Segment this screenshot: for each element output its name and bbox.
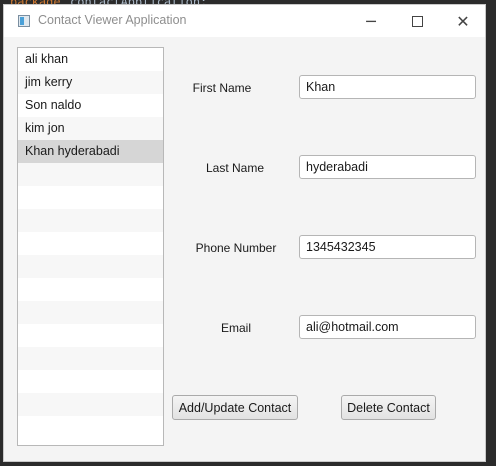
maximize-button[interactable] — [394, 5, 440, 37]
list-item[interactable]: Son naldo — [18, 94, 163, 117]
close-button[interactable]: ✕ — [440, 5, 486, 37]
empty-list-row[interactable] — [18, 301, 163, 324]
add-update-contact-button[interactable]: Add/Update Contact — [172, 395, 298, 420]
contact-list[interactable]: ali khan jim kerry Son naldo kim jon Khan hy… — [17, 47, 164, 446]
empty-list-row[interactable] — [18, 209, 163, 232]
empty-list-row[interactable] — [18, 324, 163, 347]
window-title: Contact Viewer Application — [38, 13, 187, 27]
first-name-field[interactable] — [299, 75, 476, 99]
java-app-icon — [18, 15, 30, 27]
empty-list-row[interactable] — [18, 347, 163, 370]
title-bar[interactable]: Contact Viewer Application ─ ✕ — [4, 5, 485, 37]
delete-contact-button[interactable]: Delete Contact — [341, 395, 436, 420]
empty-list-row[interactable] — [18, 278, 163, 301]
empty-list-row[interactable] — [18, 255, 163, 278]
empty-list-row[interactable] — [18, 393, 163, 416]
phone-number-field[interactable] — [299, 235, 476, 259]
last-name-field[interactable] — [299, 155, 476, 179]
contact-viewer-window: Contact Viewer Application ─ ✕ ali khan j… — [3, 4, 486, 462]
close-icon: ✕ — [456, 11, 470, 31]
minimize-icon: ─ — [366, 11, 376, 31]
empty-list-row[interactable] — [18, 416, 163, 439]
list-item[interactable]: kim jon — [18, 117, 163, 140]
first-name-label: First Name — [192, 81, 252, 95]
empty-list-row[interactable] — [18, 186, 163, 209]
maximize-icon — [411, 15, 423, 27]
minimize-button[interactable]: ─ — [348, 5, 394, 37]
email-field[interactable] — [299, 315, 476, 339]
empty-list-row[interactable] — [18, 232, 163, 255]
list-item[interactable]: ali khan — [18, 48, 163, 71]
phone-number-label: Phone Number — [195, 241, 277, 255]
list-item[interactable]: jim kerry — [18, 71, 163, 94]
email-label: Email — [220, 321, 251, 335]
last-name-label: Last Name — [205, 161, 265, 175]
empty-list-row[interactable] — [18, 370, 163, 393]
list-item[interactable]: Khan hyderabadi — [18, 140, 163, 163]
empty-list-row[interactable] — [18, 163, 163, 186]
